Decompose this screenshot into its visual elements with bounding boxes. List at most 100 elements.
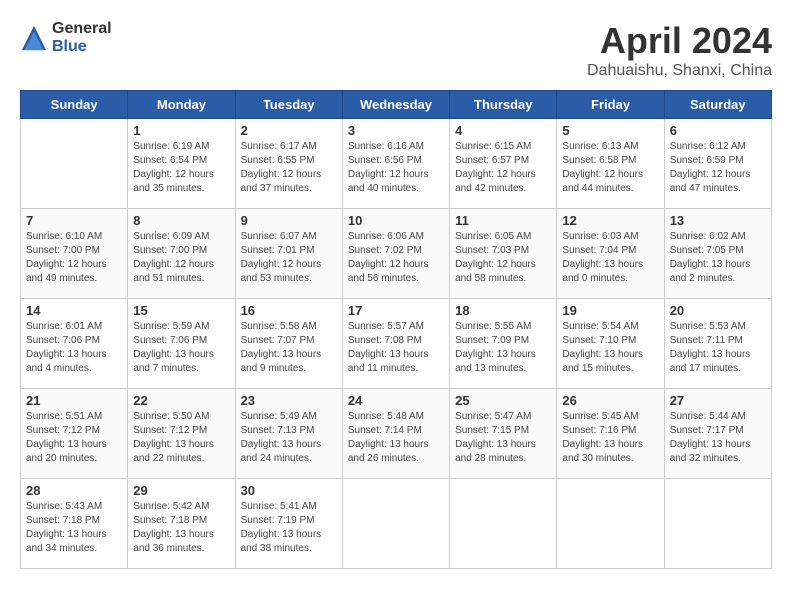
calendar-cell: 25 Sunrise: 5:47 AM Sunset: 7:15 PM Dayl… (450, 389, 557, 479)
calendar-cell (557, 479, 664, 569)
day-info: Sunrise: 6:12 AM Sunset: 6:59 PM Dayligh… (670, 140, 766, 196)
day-info: Sunrise: 5:47 AM Sunset: 7:15 PM Dayligh… (455, 410, 551, 466)
calendar-cell: 5 Sunrise: 6:13 AM Sunset: 6:58 PM Dayli… (557, 119, 664, 209)
day-header-monday: Monday (128, 91, 235, 119)
day-number: 20 (670, 303, 766, 318)
day-number: 28 (26, 483, 122, 498)
calendar-cell: 10 Sunrise: 6:06 AM Sunset: 7:02 PM Dayl… (342, 209, 449, 299)
day-number: 18 (455, 303, 551, 318)
day-number: 30 (241, 483, 337, 498)
day-number: 13 (670, 213, 766, 228)
day-info: Sunrise: 5:44 AM Sunset: 7:17 PM Dayligh… (670, 410, 766, 466)
calendar-week-row: 21 Sunrise: 5:51 AM Sunset: 7:12 PM Dayl… (21, 389, 772, 479)
calendar-cell: 18 Sunrise: 5:55 AM Sunset: 7:09 PM Dayl… (450, 299, 557, 389)
day-number: 29 (133, 483, 229, 498)
page-header: General Blue April 2024 Dahuaishu, Shanx… (20, 20, 772, 80)
day-number: 12 (562, 213, 658, 228)
title-block: April 2024 Dahuaishu, Shanxi, China (587, 20, 772, 80)
day-number: 26 (562, 393, 658, 408)
day-number: 3 (348, 123, 444, 138)
subtitle: Dahuaishu, Shanxi, China (587, 62, 772, 80)
calendar-cell: 22 Sunrise: 5:50 AM Sunset: 7:12 PM Dayl… (128, 389, 235, 479)
calendar-cell: 26 Sunrise: 5:45 AM Sunset: 7:16 PM Dayl… (557, 389, 664, 479)
day-info: Sunrise: 6:17 AM Sunset: 6:55 PM Dayligh… (241, 140, 337, 196)
day-number: 6 (670, 123, 766, 138)
calendar-cell: 12 Sunrise: 6:03 AM Sunset: 7:04 PM Dayl… (557, 209, 664, 299)
day-number: 17 (348, 303, 444, 318)
day-number: 25 (455, 393, 551, 408)
day-number: 4 (455, 123, 551, 138)
day-number: 14 (26, 303, 122, 318)
day-info: Sunrise: 5:57 AM Sunset: 7:08 PM Dayligh… (348, 320, 444, 376)
day-info: Sunrise: 6:03 AM Sunset: 7:04 PM Dayligh… (562, 230, 658, 286)
calendar-cell: 3 Sunrise: 6:16 AM Sunset: 6:56 PM Dayli… (342, 119, 449, 209)
day-info: Sunrise: 5:51 AM Sunset: 7:12 PM Dayligh… (26, 410, 122, 466)
calendar-cell: 9 Sunrise: 6:07 AM Sunset: 7:01 PM Dayli… (235, 209, 342, 299)
day-info: Sunrise: 6:15 AM Sunset: 6:57 PM Dayligh… (455, 140, 551, 196)
day-header-sunday: Sunday (21, 91, 128, 119)
calendar-cell: 2 Sunrise: 6:17 AM Sunset: 6:55 PM Dayli… (235, 119, 342, 209)
day-info: Sunrise: 6:19 AM Sunset: 6:54 PM Dayligh… (133, 140, 229, 196)
day-info: Sunrise: 6:10 AM Sunset: 7:00 PM Dayligh… (26, 230, 122, 286)
day-number: 15 (133, 303, 229, 318)
calendar-cell: 8 Sunrise: 6:09 AM Sunset: 7:00 PM Dayli… (128, 209, 235, 299)
logo: General Blue (20, 20, 112, 55)
day-info: Sunrise: 5:54 AM Sunset: 7:10 PM Dayligh… (562, 320, 658, 376)
day-number: 2 (241, 123, 337, 138)
day-number: 8 (133, 213, 229, 228)
calendar-header-row: SundayMondayTuesdayWednesdayThursdayFrid… (21, 91, 772, 119)
day-header-wednesday: Wednesday (342, 91, 449, 119)
day-info: Sunrise: 5:55 AM Sunset: 7:09 PM Dayligh… (455, 320, 551, 376)
calendar-cell (21, 119, 128, 209)
day-info: Sunrise: 5:53 AM Sunset: 7:11 PM Dayligh… (670, 320, 766, 376)
day-info: Sunrise: 6:13 AM Sunset: 6:58 PM Dayligh… (562, 140, 658, 196)
calendar-cell: 16 Sunrise: 5:58 AM Sunset: 7:07 PM Dayl… (235, 299, 342, 389)
day-number: 23 (241, 393, 337, 408)
logo-blue-label: Blue (52, 38, 112, 56)
calendar-cell (664, 479, 771, 569)
day-info: Sunrise: 5:50 AM Sunset: 7:12 PM Dayligh… (133, 410, 229, 466)
logo-general-label: General (52, 20, 112, 38)
day-header-saturday: Saturday (664, 91, 771, 119)
day-number: 24 (348, 393, 444, 408)
calendar-cell: 13 Sunrise: 6:02 AM Sunset: 7:05 PM Dayl… (664, 209, 771, 299)
day-info: Sunrise: 5:58 AM Sunset: 7:07 PM Dayligh… (241, 320, 337, 376)
day-info: Sunrise: 6:06 AM Sunset: 7:02 PM Dayligh… (348, 230, 444, 286)
day-info: Sunrise: 5:59 AM Sunset: 7:06 PM Dayligh… (133, 320, 229, 376)
day-number: 21 (26, 393, 122, 408)
day-info: Sunrise: 6:01 AM Sunset: 7:06 PM Dayligh… (26, 320, 122, 376)
calendar-cell: 20 Sunrise: 5:53 AM Sunset: 7:11 PM Dayl… (664, 299, 771, 389)
calendar-cell: 15 Sunrise: 5:59 AM Sunset: 7:06 PM Dayl… (128, 299, 235, 389)
day-number: 11 (455, 213, 551, 228)
day-number: 7 (26, 213, 122, 228)
day-number: 22 (133, 393, 229, 408)
calendar-cell: 17 Sunrise: 5:57 AM Sunset: 7:08 PM Dayl… (342, 299, 449, 389)
calendar-cell: 23 Sunrise: 5:49 AM Sunset: 7:13 PM Dayl… (235, 389, 342, 479)
day-header-tuesday: Tuesday (235, 91, 342, 119)
day-info: Sunrise: 6:07 AM Sunset: 7:01 PM Dayligh… (241, 230, 337, 286)
main-title: April 2024 (587, 20, 772, 62)
calendar-cell: 11 Sunrise: 6:05 AM Sunset: 7:03 PM Dayl… (450, 209, 557, 299)
day-number: 1 (133, 123, 229, 138)
day-number: 10 (348, 213, 444, 228)
calendar-cell: 7 Sunrise: 6:10 AM Sunset: 7:00 PM Dayli… (21, 209, 128, 299)
calendar-cell: 21 Sunrise: 5:51 AM Sunset: 7:12 PM Dayl… (21, 389, 128, 479)
calendar-cell: 1 Sunrise: 6:19 AM Sunset: 6:54 PM Dayli… (128, 119, 235, 209)
calendar-cell: 14 Sunrise: 6:01 AM Sunset: 7:06 PM Dayl… (21, 299, 128, 389)
calendar-cell: 27 Sunrise: 5:44 AM Sunset: 7:17 PM Dayl… (664, 389, 771, 479)
day-info: Sunrise: 6:16 AM Sunset: 6:56 PM Dayligh… (348, 140, 444, 196)
logo-text: General Blue (52, 20, 112, 55)
calendar-week-row: 7 Sunrise: 6:10 AM Sunset: 7:00 PM Dayli… (21, 209, 772, 299)
day-info: Sunrise: 5:49 AM Sunset: 7:13 PM Dayligh… (241, 410, 337, 466)
day-number: 27 (670, 393, 766, 408)
day-info: Sunrise: 5:48 AM Sunset: 7:14 PM Dayligh… (348, 410, 444, 466)
logo-icon (20, 24, 48, 52)
calendar-cell: 6 Sunrise: 6:12 AM Sunset: 6:59 PM Dayli… (664, 119, 771, 209)
calendar-cell: 29 Sunrise: 5:42 AM Sunset: 7:18 PM Dayl… (128, 479, 235, 569)
day-info: Sunrise: 6:09 AM Sunset: 7:00 PM Dayligh… (133, 230, 229, 286)
calendar-week-row: 14 Sunrise: 6:01 AM Sunset: 7:06 PM Dayl… (21, 299, 772, 389)
calendar-cell: 19 Sunrise: 5:54 AM Sunset: 7:10 PM Dayl… (557, 299, 664, 389)
day-number: 19 (562, 303, 658, 318)
day-number: 16 (241, 303, 337, 318)
day-info: Sunrise: 6:05 AM Sunset: 7:03 PM Dayligh… (455, 230, 551, 286)
